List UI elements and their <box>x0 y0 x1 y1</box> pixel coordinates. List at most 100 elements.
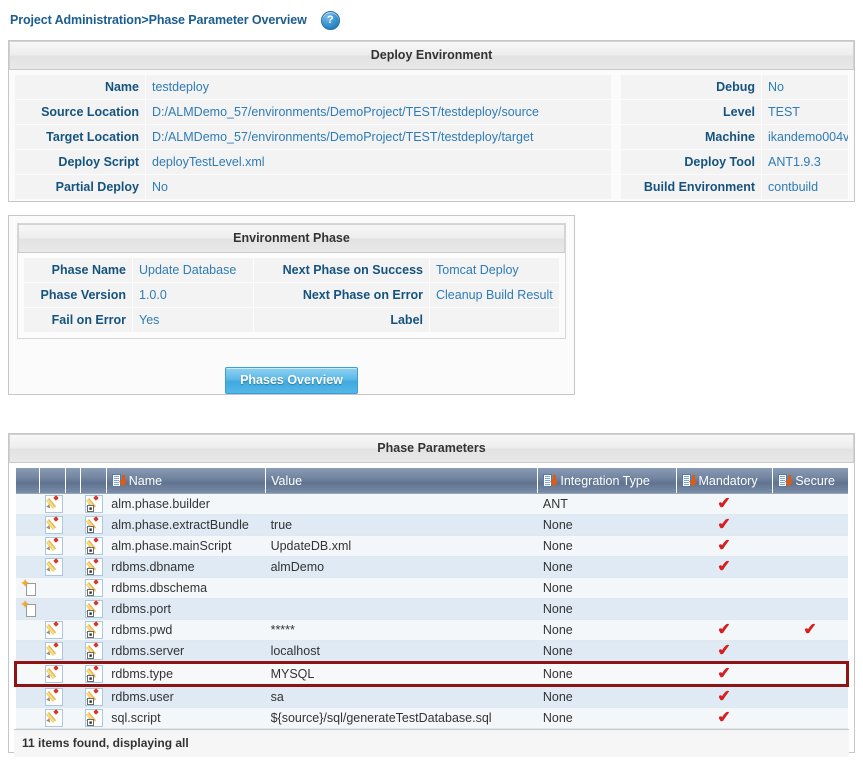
field-value: No <box>762 75 848 99</box>
kv-row: Target Location D:/ALMDemo_57/environment… <box>15 125 848 149</box>
secure-cell: ✔ <box>772 619 848 641</box>
new-parameter-cell[interactable]: ✦ <box>15 577 40 599</box>
parameter-name-cell: alm.phase.mainScript <box>106 535 266 557</box>
field-label: Machine <box>621 125 761 149</box>
table-row[interactable]: ■ sql.script ${source}/sql/generateTestDat… <box>15 707 848 729</box>
breadcrumb-text[interactable]: Project Administration>Phase Parameter O… <box>10 13 307 27</box>
table-row[interactable]: ■ alm.phase.mainScript UpdateDB.xml None ✔ <box>15 535 848 557</box>
column-header-secure[interactable]: Secure <box>772 468 848 494</box>
edit-parameter-cell[interactable] <box>39 685 66 708</box>
field-label: Next Phase on Success <box>254 258 429 282</box>
edit-document-pencil-icon[interactable]: ■ <box>85 688 104 706</box>
edit-value-cell[interactable]: ■ <box>80 556 107 578</box>
edit-parameter-cell[interactable] <box>39 535 66 557</box>
mandatory-cell: ✔ <box>676 619 773 641</box>
new-parameter-cell[interactable]: ✦ <box>15 598 40 620</box>
edit-parameter-cell[interactable] <box>39 619 66 641</box>
edit-pencil-icon[interactable] <box>44 495 63 513</box>
results-count-label: 11 items found, displaying all <box>14 729 849 757</box>
edit-parameter-cell[interactable] <box>39 640 66 663</box>
edit-document-pencil-icon[interactable]: ■ <box>85 642 104 660</box>
breadcrumb: Project Administration>Phase Parameter O… <box>0 0 863 33</box>
table-row[interactable]: ■ rdbms.server localhost None ✔ <box>15 640 848 663</box>
parameter-value-cell: MYSQL <box>265 661 538 687</box>
parameter-value-cell: UpdateDB.xml <box>265 535 538 557</box>
help-question-icon[interactable]: ? <box>320 10 340 30</box>
edit-document-pencil-icon[interactable]: ■ <box>85 495 104 513</box>
spacer-cell <box>65 556 81 578</box>
spacer-cell <box>65 514 81 536</box>
edit-parameter-cell[interactable] <box>39 707 66 729</box>
edit-document-pencil-icon[interactable]: ■ <box>85 558 104 576</box>
spacer-cell <box>65 685 81 708</box>
column-header-integration-type[interactable]: Integration Type <box>537 468 677 494</box>
check-mark-icon: ✔ <box>802 620 818 639</box>
edit-value-cell[interactable]: ■ <box>80 619 107 641</box>
table-row[interactable]: ■ rdbms.pwd ***** None ✔ ✔ <box>15 619 848 641</box>
phases-overview-button[interactable]: Phases Overview <box>225 367 358 394</box>
edit-document-pencil-icon[interactable]: ■ <box>85 579 104 597</box>
field-value: Update Database <box>133 258 253 282</box>
parameter-name-cell: sql.script <box>106 707 266 729</box>
table-row[interactable]: ■ alm.phase.extractBundle true None ✔ <box>15 514 848 536</box>
edit-pencil-icon[interactable] <box>44 642 63 660</box>
secure-cell <box>772 556 848 578</box>
edit-value-cell[interactable]: ■ <box>80 493 107 515</box>
parameter-name-cell: rdbms.type <box>106 661 266 687</box>
parameter-name-cell: rdbms.user <box>106 685 266 708</box>
field-value: ikandemo004v <box>762 125 848 149</box>
edit-pencil-icon[interactable] <box>44 537 63 555</box>
parameter-value-cell: ${source}/sql/generateTestDatabase.sql <box>265 707 538 729</box>
edit-parameter-cell[interactable] <box>39 661 66 687</box>
new-document-icon[interactable]: ✦ <box>21 600 37 617</box>
edit-pencil-icon[interactable] <box>44 665 63 683</box>
edit-parameter-cell[interactable] <box>39 514 66 536</box>
edit-document-pencil-icon[interactable]: ■ <box>85 537 104 555</box>
edit-value-cell[interactable]: ■ <box>80 707 107 729</box>
column-header-mandatory[interactable]: Mandatory <box>676 468 774 494</box>
edit-document-pencil-icon[interactable]: ■ <box>85 665 104 683</box>
sort-descending-icon[interactable] <box>778 473 794 488</box>
edit-value-cell[interactable]: ■ <box>80 661 107 687</box>
table-row[interactable]: ■ rdbms.dbname almDemo None ✔ <box>15 556 848 578</box>
edit-value-cell[interactable]: ■ <box>80 535 107 557</box>
edit-pencil-icon[interactable] <box>44 709 63 727</box>
parameter-value-cell: true <box>265 514 538 536</box>
edit-value-cell[interactable]: ■ <box>80 514 107 536</box>
new-parameter-cell <box>15 685 40 708</box>
edit-pencil-icon[interactable] <box>44 558 63 576</box>
table-row[interactable]: ■ rdbms.type MYSQL None ✔ <box>13 661 849 687</box>
column-header-name[interactable]: Name <box>106 468 267 494</box>
table-row[interactable]: ✦ ■ rdbms.dbschema None <box>15 577 848 599</box>
parameter-value-cell: localhost <box>265 640 538 663</box>
kv-row: Deploy Script deployTestLevel.xml Deploy T… <box>15 150 848 174</box>
integration-type-cell: None <box>537 661 677 687</box>
edit-document-pencil-icon[interactable]: ■ <box>85 600 104 618</box>
check-mark-icon: ✔ <box>716 641 733 660</box>
sort-descending-icon[interactable] <box>681 473 697 488</box>
new-document-icon[interactable]: ✦ <box>21 579 37 596</box>
integration-type-cell: None <box>537 556 677 578</box>
edit-pencil-icon[interactable] <box>44 621 63 639</box>
table-row[interactable]: ■ rdbms.user sa None ✔ <box>15 685 848 708</box>
edit-document-pencil-icon[interactable]: ■ <box>85 621 104 639</box>
edit-pencil-icon[interactable] <box>44 516 63 534</box>
edit-parameter-cell[interactable] <box>39 493 66 515</box>
sort-descending-icon[interactable] <box>543 473 559 488</box>
table-row[interactable]: ✦ ■ rdbms.port None <box>15 598 848 620</box>
integration-type-cell: None <box>537 619 677 641</box>
edit-value-cell[interactable]: ■ <box>80 640 107 663</box>
table-row[interactable]: ■ alm.phase.builder ANT ✔ <box>15 493 848 515</box>
edit-value-cell[interactable]: ■ <box>80 577 107 599</box>
edit-document-pencil-icon[interactable]: ■ <box>85 709 104 727</box>
edit-document-pencil-icon[interactable]: ■ <box>85 516 104 534</box>
column-header-label: Value <box>271 473 303 488</box>
parameter-value-cell: almDemo <box>265 556 538 578</box>
deploy-environment-title: Deploy Environment <box>9 41 854 70</box>
edit-value-cell[interactable]: ■ <box>80 598 107 620</box>
edit-parameter-cell[interactable] <box>39 556 66 578</box>
sort-descending-icon[interactable] <box>111 473 127 488</box>
edit-value-cell[interactable]: ■ <box>80 685 107 708</box>
edit-pencil-icon[interactable] <box>44 688 63 706</box>
mandatory-cell: ✔ <box>676 640 773 663</box>
